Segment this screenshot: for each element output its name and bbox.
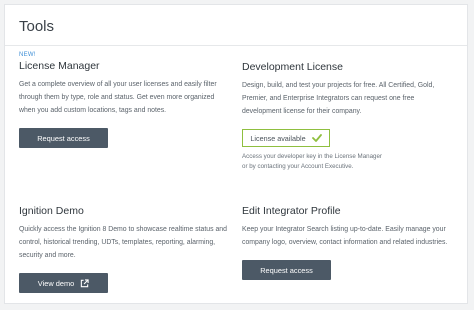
card-description: Get a complete overview of all your user… — [19, 81, 217, 114]
check-icon — [311, 134, 322, 142]
card-description: Design, build, and test your projects fo… — [242, 82, 435, 115]
card-integrator-profile: Edit Integrator Profile Keep your Integr… — [242, 205, 454, 280]
new-badge: NEW! — [19, 52, 36, 58]
view-demo-label: View demo — [37, 278, 75, 288]
license-note: Access your developer key in the License… — [242, 152, 454, 172]
tools-panel: Tools NEW! License Manager Get a complet… — [4, 4, 468, 304]
request-access-button[interactable]: Request access — [242, 260, 331, 280]
request-access-button[interactable]: Request access — [19, 128, 108, 148]
view-demo-button[interactable]: View demo — [19, 273, 108, 293]
card-development-license: Development License Design, build, and t… — [242, 61, 454, 172]
external-link-icon — [81, 278, 89, 287]
card-title: Ignition Demo — [19, 205, 84, 217]
card-ignition-demo: Ignition Demo Quickly access the Ignitio… — [19, 205, 231, 293]
license-status-label: License available — [250, 133, 306, 143]
card-description: Keep your Integrator Search listing up-t… — [242, 226, 448, 246]
card-title: Edit Integrator Profile — [242, 205, 341, 217]
license-note-line: Access your developer key in the License… — [242, 153, 382, 160]
divider — [5, 45, 467, 46]
license-note-line: or by contacting your Account Executive. — [242, 163, 354, 170]
card-title: Development License — [242, 61, 343, 73]
license-status: License available — [242, 129, 330, 147]
card-description: Quickly access the Ignition 8 Demo to sh… — [19, 226, 227, 259]
card-title: License Manager — [19, 60, 100, 72]
page-title: Tools — [19, 18, 55, 35]
card-license-manager: NEW! License Manager Get a complete over… — [19, 52, 231, 148]
